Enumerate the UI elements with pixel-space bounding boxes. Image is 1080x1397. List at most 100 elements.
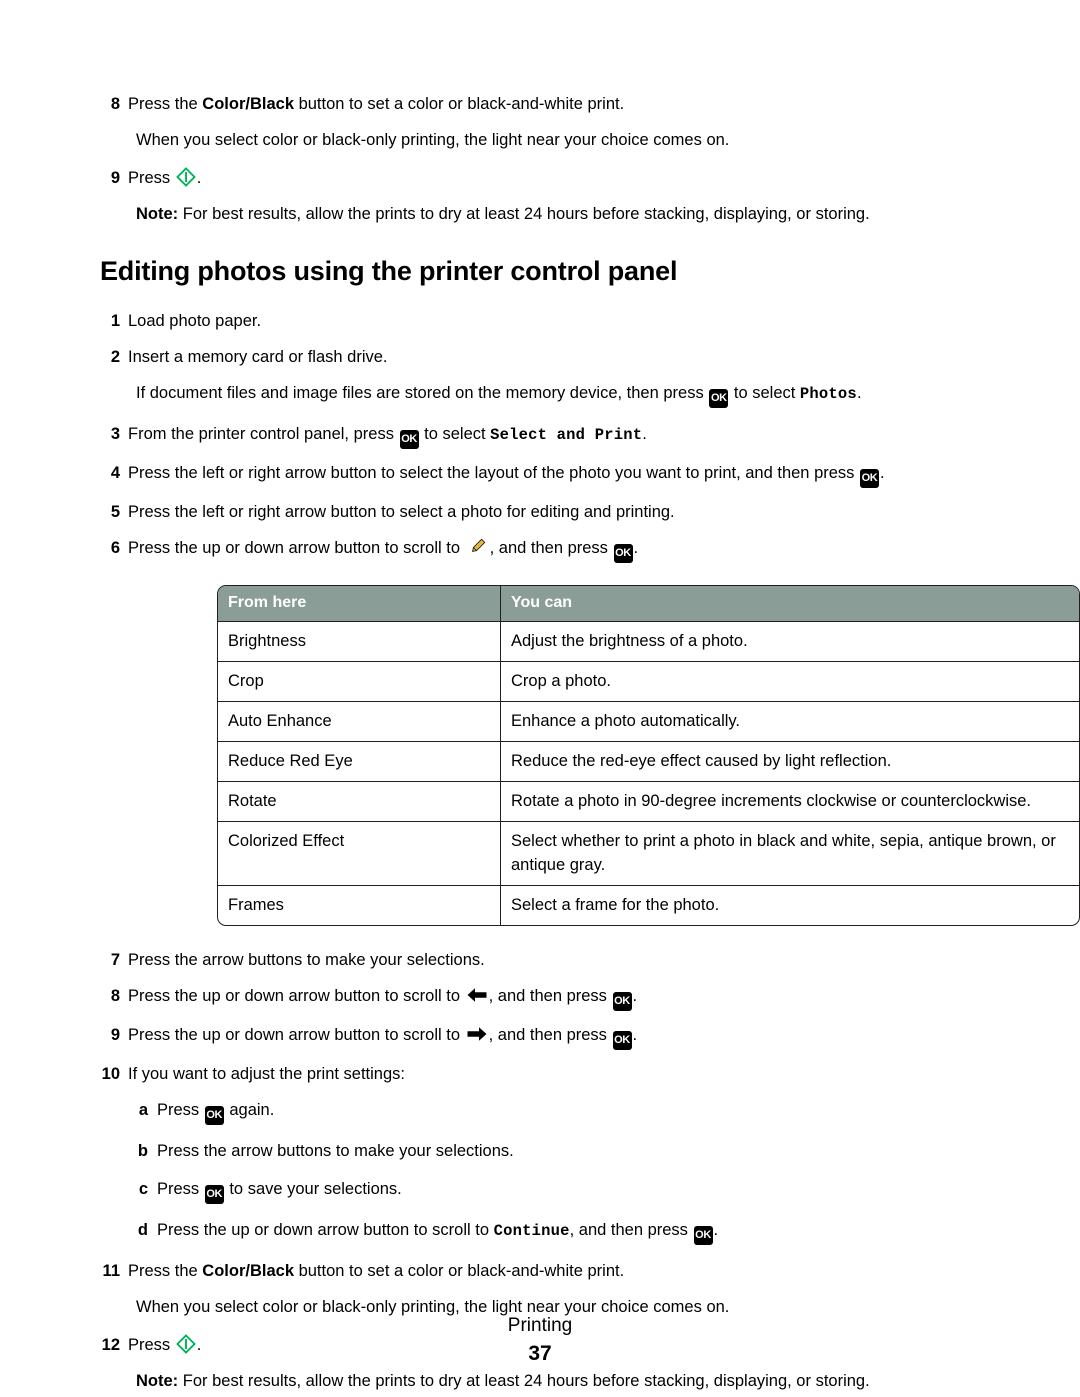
- right-arrow-icon: [466, 1025, 488, 1043]
- step11-after: button to set a color or black-and-white…: [294, 1262, 625, 1281]
- step3-before: From the printer control panel, press: [128, 425, 399, 444]
- step-text: Press .: [128, 166, 985, 190]
- substep-d-after: .: [713, 1221, 719, 1240]
- menu-value-photos: Photos: [799, 385, 857, 404]
- step-number: 4: [110, 464, 120, 483]
- substep-item: b Press the arrow buttons to make your s…: [95, 1139, 985, 1163]
- table-row: Rotate Rotate a photo in 90-degree incre…: [218, 782, 1079, 823]
- cont-after: .: [856, 384, 862, 403]
- step-number: 7: [110, 951, 120, 970]
- color-black-label: Color/Black: [202, 95, 294, 113]
- substep-letter: c: [138, 1180, 148, 1199]
- step9b-after: .: [632, 1026, 638, 1045]
- ok-button-icon: OK: [613, 544, 633, 564]
- table-row: Frames Select a frame for the photo.: [218, 886, 1079, 926]
- table-cell-option: Rotate: [218, 782, 501, 823]
- footer-page-number: 37: [528, 1342, 552, 1365]
- step-item: 5 Press the left or right arrow button t…: [95, 500, 985, 524]
- step-text: Press the arrow buttons to make your sel…: [128, 951, 485, 970]
- photo-edit-options-table: From here You can Brightness Adjust the …: [217, 585, 1080, 927]
- step-number: 8: [110, 95, 120, 113]
- substep-text: Press the arrow buttons to make your sel…: [157, 1142, 514, 1161]
- step-text: Press the up or down arrow button to scr…: [128, 536, 985, 564]
- step8b-before: Press the up or down arrow button to scr…: [128, 987, 465, 1006]
- substep-c-before: Press: [157, 1180, 204, 1199]
- start-button-icon: [175, 167, 196, 187]
- step-item: 8 Press the up or down arrow button to s…: [95, 984, 985, 1012]
- table-row: Colorized Effect Select whether to print…: [218, 822, 1079, 887]
- document-page: 8 Press the Color/Black button to set a …: [0, 0, 1080, 1397]
- table-cell-option: Crop: [218, 662, 501, 703]
- ok-button-icon: OK: [709, 389, 729, 409]
- step-number: 6: [110, 539, 120, 558]
- substep-item: a Press OK again.: [95, 1098, 985, 1126]
- step6-after: .: [633, 539, 639, 558]
- step-text: Press the up or down arrow button to scr…: [128, 1023, 985, 1051]
- table-cell-description: Reduce the red-eye effect caused by ligh…: [501, 742, 1079, 783]
- page-content: 8 Press the Color/Black button to set a …: [0, 0, 1080, 1393]
- table-cell-option: Auto Enhance: [218, 702, 501, 743]
- step-number: 10: [101, 1065, 120, 1084]
- substep-c-after: to save your selections.: [224, 1180, 402, 1199]
- step-continuation: If document files and image files are st…: [136, 381, 985, 409]
- menu-value-continue: Continue: [493, 1222, 570, 1241]
- substep-d-middle: , and then press: [569, 1221, 693, 1240]
- ok-button-icon: OK: [612, 1031, 632, 1051]
- step-number: 9: [110, 1026, 120, 1045]
- step-item: 6 Press the up or down arrow button to s…: [95, 536, 985, 564]
- step-number: 5: [110, 503, 120, 522]
- table-cell-description: Crop a photo.: [501, 662, 1079, 703]
- cont-middle: to select: [729, 384, 800, 403]
- step-item: 9 Press .: [95, 166, 985, 190]
- table-header-you-can: You can: [501, 586, 1079, 623]
- step8b-middle: , and then press: [488, 987, 612, 1006]
- cont-before: If document files and image files are st…: [136, 384, 709, 403]
- step3-middle: to select: [419, 425, 491, 444]
- table-row: Brightness Adjust the brightness of a ph…: [218, 622, 1079, 663]
- step-continuation: When you select color or black-only prin…: [136, 131, 730, 149]
- step9b-middle: , and then press: [488, 1026, 612, 1045]
- step4-before: Press the left or right arrow button to …: [128, 464, 860, 483]
- table-cell-description: Select whether to print a photo in black…: [501, 822, 1079, 887]
- substep-item: c Press OK to save your selections.: [95, 1177, 985, 1205]
- step-number: 11: [102, 1262, 120, 1281]
- step-number: 9: [110, 169, 120, 187]
- table-cell-description: Rotate a photo in 90-degree increments c…: [501, 782, 1079, 823]
- step-item: 11 Press the Color/Black button to set a…: [95, 1259, 985, 1283]
- note-block: Note: For best results, allow the prints…: [136, 1369, 985, 1393]
- step-text: Press the up or down arrow button to scr…: [128, 984, 985, 1012]
- step11-before: Press the: [128, 1262, 203, 1281]
- step4-after: .: [880, 464, 885, 483]
- step-item: 1 Load photo paper.: [95, 309, 985, 333]
- step-number: 2: [110, 348, 120, 367]
- step-item: 4 Press the left or right arrow button t…: [95, 461, 985, 489]
- step-text: If you want to adjust the print settings…: [128, 1065, 405, 1084]
- step-text: Press the left or right arrow button to …: [128, 461, 985, 489]
- ok-button-icon: OK: [204, 1185, 224, 1205]
- photo-edit-options-table-wrapper: From here You can Brightness Adjust the …: [217, 585, 1080, 927]
- step-item: 7 Press the arrow buttons to make your s…: [95, 948, 985, 972]
- step-number: 1: [110, 312, 120, 331]
- step-item: 9 Press the up or down arrow button to s…: [95, 1023, 985, 1051]
- table-cell-option: Colorized Effect: [218, 822, 501, 887]
- note-text: For best results, allow the prints to dr…: [178, 205, 870, 223]
- step-text-before: Press: [128, 169, 175, 187]
- step-number: 3: [110, 425, 120, 444]
- step-text: From the printer control panel, press OK…: [128, 422, 985, 450]
- step3-after: .: [642, 425, 647, 444]
- ok-button-icon: OK: [693, 1226, 713, 1246]
- table-row: Reduce Red Eye Reduce the red-eye effect…: [218, 742, 1079, 783]
- substep-letter: d: [137, 1221, 148, 1240]
- substep-d-before: Press the up or down arrow button to scr…: [157, 1221, 494, 1240]
- note-label: Note:: [136, 205, 179, 223]
- pencil-edit-icon: [467, 536, 488, 557]
- left-arrow-icon: [466, 986, 488, 1004]
- ok-button-icon: OK: [204, 1106, 224, 1126]
- step6-middle: , and then press: [489, 539, 613, 558]
- substep-letter: a: [138, 1101, 148, 1120]
- table-body: Brightness Adjust the brightness of a ph…: [218, 622, 1079, 926]
- footer-chapter-label: Printing: [507, 1315, 573, 1336]
- step-text-after: button to set a color or black-and-white…: [294, 95, 625, 113]
- ok-button-icon: OK: [860, 469, 880, 489]
- ok-button-icon: OK: [612, 992, 632, 1012]
